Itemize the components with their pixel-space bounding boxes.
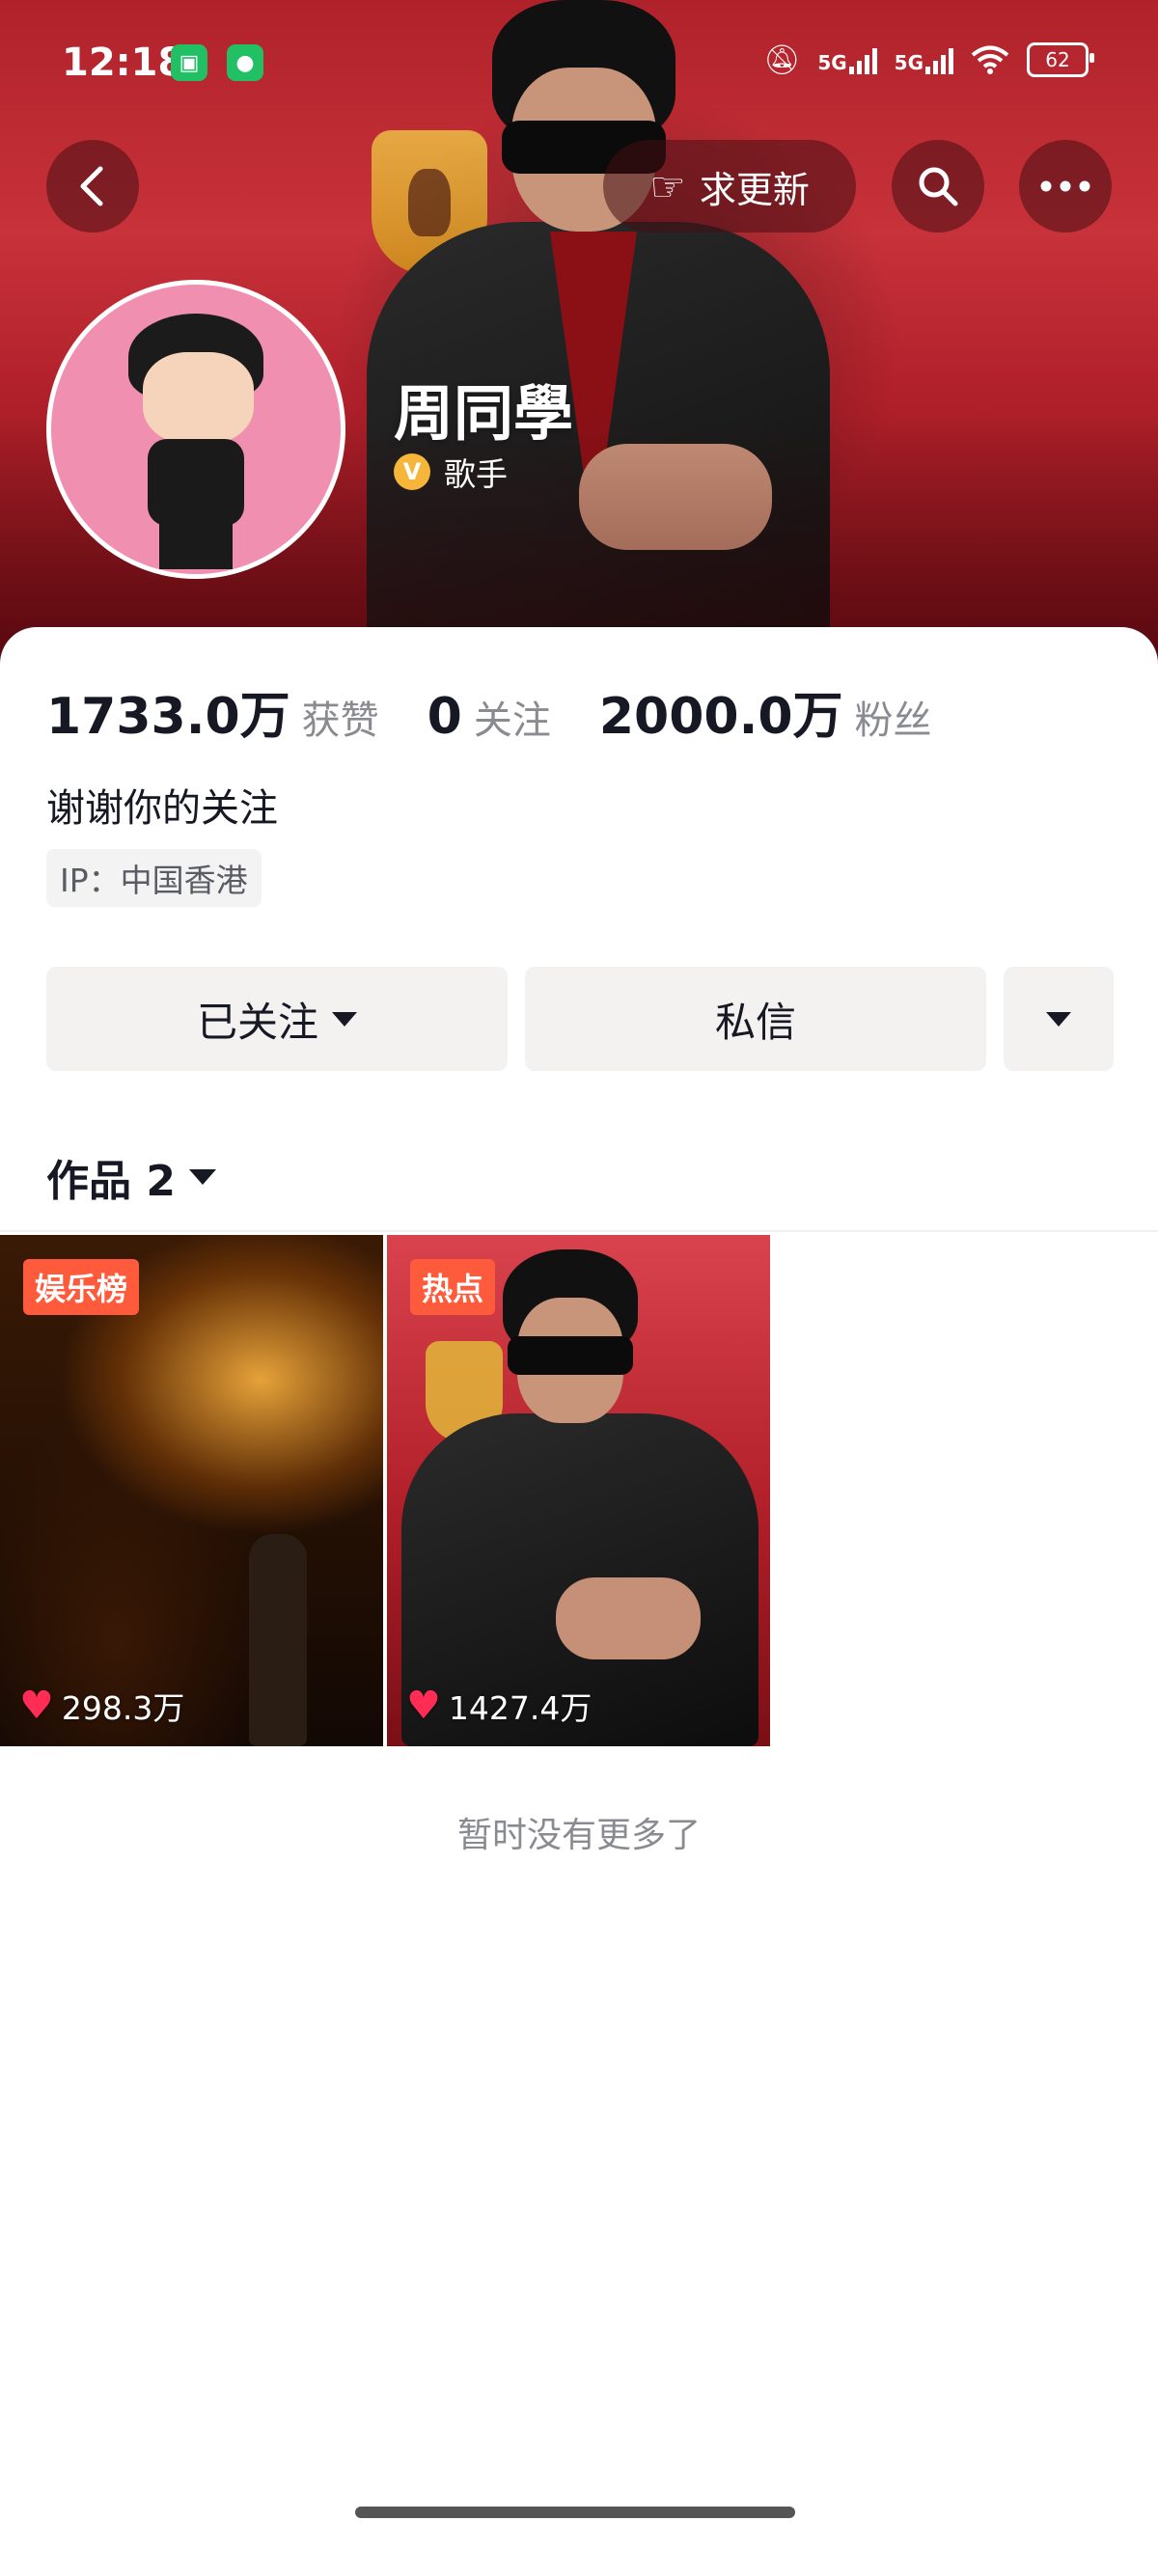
chevron-left-icon <box>80 166 103 206</box>
home-indicator[interactable] <box>355 2507 795 2518</box>
like-count: ♥ 1427.4万 <box>406 1684 593 1728</box>
signal-icon: 5G <box>817 45 877 74</box>
more-icon <box>1040 180 1090 192</box>
video-thumbnail[interactable]: 热点 ♥ 1427.4万 <box>387 1235 770 1746</box>
search-icon <box>919 167 958 206</box>
role-label: 歌手 <box>444 455 508 493</box>
ip-location-tag: IP：中国香港 <box>46 849 262 907</box>
following-button[interactable]: 已关注 <box>46 967 508 1071</box>
request-update-button[interactable]: ☞ 求更新 <box>603 140 856 233</box>
caret-down-icon <box>332 1011 357 1027</box>
status-bar: 12:18 ▣ ● 🔕︎ 5G 5G 62 <box>0 0 1158 125</box>
profile-stats: 1733.0万 获赞 0 关注 2000.0万 粉丝 <box>46 675 980 748</box>
stat-following[interactable]: 0 关注 <box>427 688 551 746</box>
message-button[interactable]: 私信 <box>525 967 986 1071</box>
search-button[interactable] <box>892 140 984 233</box>
more-button[interactable] <box>1019 140 1112 233</box>
stat-followers[interactable]: 2000.0万 粉丝 <box>599 675 932 748</box>
profile-actions: 已关注 私信 <box>46 967 1114 1071</box>
like-count: ♥ 298.3万 <box>19 1684 185 1728</box>
request-update-label: 求更新 <box>699 168 810 211</box>
wechat-icon: ● <box>227 44 263 81</box>
profile-name: 周同學 <box>394 378 574 449</box>
battery-icon: 62 <box>1027 42 1094 77</box>
profile-card: 1733.0万 获赞 0 关注 2000.0万 粉丝 谢谢你的关注 IP：中国香… <box>0 627 1158 2576</box>
heart-icon: ♥ <box>406 1684 441 1728</box>
hot-tag: 热点 <box>410 1259 496 1315</box>
caret-down-icon <box>188 1169 216 1185</box>
caret-down-icon <box>1046 1011 1071 1027</box>
divider <box>0 1230 1158 1232</box>
wifi-icon <box>971 45 1009 74</box>
mute-bell-icon: 🔕︎ <box>763 42 801 77</box>
status-indicators: 🔕︎ 5G 5G 62 <box>763 42 1094 77</box>
video-thumbnail[interactable]: 娱乐榜 ♥ 298.3万 <box>0 1235 383 1746</box>
verified-badge-icon: V <box>394 453 430 490</box>
verified-role: V 歌手 <box>394 449 508 495</box>
avatar[interactable] <box>46 280 345 579</box>
pointing-hand-icon: ☞ <box>649 162 686 210</box>
heart-icon: ♥ <box>19 1684 54 1728</box>
signal-icon-2: 5G <box>895 45 953 74</box>
back-button[interactable] <box>46 140 139 233</box>
stat-likes[interactable]: 1733.0万 获赞 <box>46 675 379 748</box>
profile-bio: 谢谢你的关注 <box>46 786 278 831</box>
tab-works[interactable]: 作品 2 <box>46 1146 216 1208</box>
status-time: 12:18 <box>62 41 185 85</box>
works-grid: 娱乐榜 ♥ 298.3万 热点 ♥ 1427.4万 <box>0 1235 770 1746</box>
more-actions-button[interactable] <box>1004 967 1114 1071</box>
ranking-tag: 娱乐榜 <box>23 1259 140 1315</box>
mi-home-icon: ▣ <box>171 44 207 81</box>
no-more-text: 暂时没有更多了 <box>456 1816 701 1855</box>
